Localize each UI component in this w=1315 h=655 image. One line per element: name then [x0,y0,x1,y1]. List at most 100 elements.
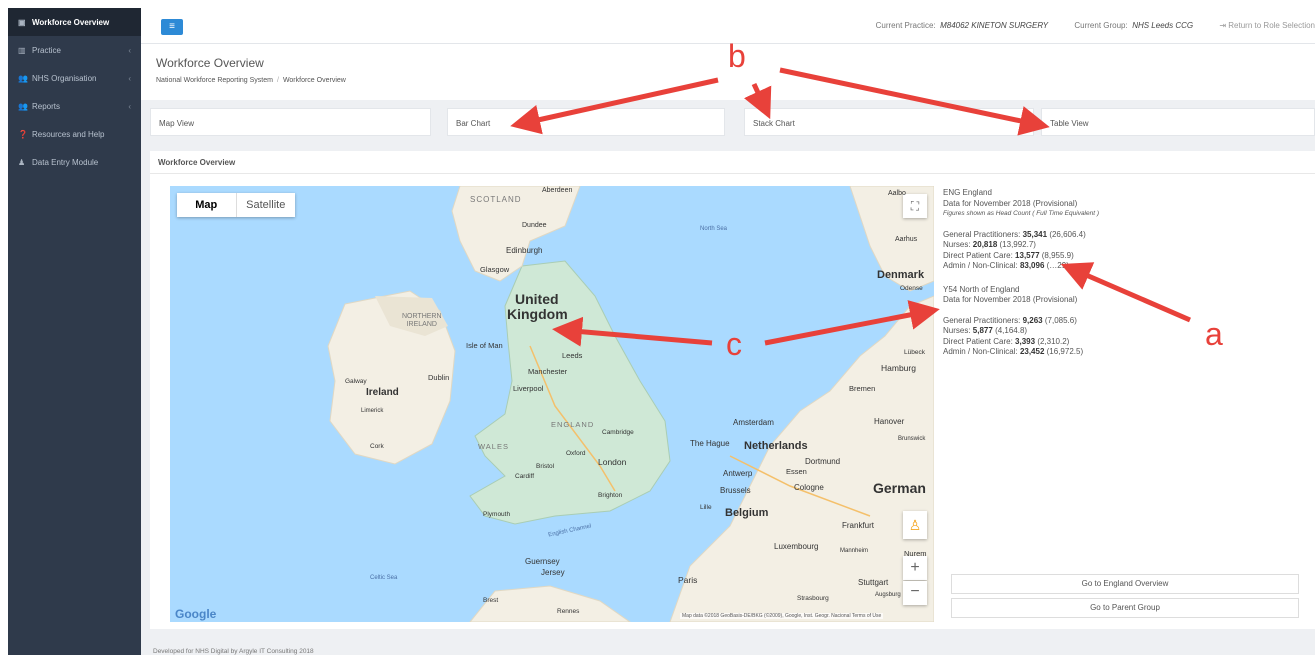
workforce-overview-panel: Workforce Overview Map Satellite ⛶ ♙ + −… [150,151,1315,629]
breadcrumb-item: Workforce Overview [282,77,346,84]
info-panel: ENG England Data for November 2018 (Prov… [943,188,1303,358]
map-label: Aarhus [895,236,918,243]
map-label: The Hague [690,439,730,448]
zoom-out-button[interactable]: − [903,581,927,605]
chevron-left-icon: ‹ [128,45,131,55]
map-label: Isle of Man [466,341,503,350]
map-label: Manchester [528,367,568,376]
sidebar-item-nhs-organisation[interactable]: 👥 NHS Organisation ‹ [8,64,141,92]
map-label: Cologne [794,483,824,492]
map[interactable]: Map Satellite ⛶ ♙ + − Google Map data ©2… [170,186,934,622]
sidebar-item-label: NHS Organisation [32,73,97,83]
chevron-left-icon: ‹ [128,73,131,83]
map-label: Kingdom [507,306,568,322]
y54-period: Data for November 2018 (Provisional) [943,295,1078,304]
y54-row-nurses: Nurses: 5,877 (4,164.8) [943,326,1028,335]
map-label: Brest [483,597,499,604]
eng-row-admin: Admin / Non-Clinical: 83,096 (…29) [943,261,1069,270]
go-to-parent-group-button[interactable]: Go to Parent Group [951,598,1299,618]
figures-note: Figures shown as Head Count ( Full Time … [943,210,1100,217]
map-type-map-button[interactable]: Map [177,193,236,217]
map-label: Rennes [557,608,580,615]
map-label: Limerick [361,408,384,414]
panel-title: Workforce Overview [158,158,236,167]
map-type-toggle: Map Satellite [177,193,295,217]
tab-stack-chart[interactable]: Stack Chart [744,108,1034,136]
map-label: Frankfurt [842,521,875,530]
y54-code: Y54 North of England [943,284,1020,294]
current-group: Current Group: NHS Leeds CCG [1074,21,1194,30]
map-label: Paris [678,575,698,585]
map-label: Hamburg [881,363,916,373]
map-label: Guernsey [525,557,560,566]
map-label: North Sea [700,226,728,232]
eng-row-gp: General Practitioners: 35,341 (26,606.4) [943,229,1086,239]
map-label: NORTHERN IRELAND [402,313,442,328]
map-label: Mannheim [840,548,869,554]
map-label: Brussels [720,486,751,495]
map-label: Aberdeen [542,187,573,194]
tab-bar-chart[interactable]: Bar Chart [447,108,725,136]
sidebar-item-reports[interactable]: 👥 Reports ‹ [8,92,141,120]
map-label: Strasbourg [797,595,829,602]
map-type-satellite-button[interactable]: Satellite [235,193,296,217]
map-label: Oxford [566,450,586,457]
hamburger-icon: ≡ [169,21,175,32]
help-icon: ❓ [18,129,28,139]
street-view-pegman[interactable]: ♙ [903,511,927,539]
tab-table-view[interactable]: Table View [1041,108,1315,136]
y54-row-admin: Admin / Non-Clinical: 23,452 (16,972.5) [943,347,1084,356]
google-logo: Google [175,607,217,621]
map-label: Glasgow [480,265,510,274]
user-icon: ♟ [18,157,26,167]
fullscreen-button[interactable]: ⛶ [903,194,927,218]
map-label: Netherlands [744,440,808,452]
map-label: Brunswick [898,436,926,442]
fullscreen-icon: ⛶ [910,199,920,213]
go-to-england-overview-button[interactable]: Go to England Overview [951,574,1299,594]
map-label: Cork [370,443,384,450]
map-label: WALES [478,442,509,451]
sign-out-icon: ⇥ [1219,21,1227,30]
map-label: Brighton [598,492,623,499]
sidebar-item-label: Data Entry Module [32,157,99,167]
map-label: Hanover [874,417,905,426]
y54-row-gp: General Practitioners: 9,263 (7,085.6) [943,315,1077,325]
return-to-role-selection-link[interactable]: ⇥ Return to Role Selection [1219,21,1315,30]
map-label: Jersey [541,568,565,577]
sidebar-item-workforce-overview[interactable]: ▣ Workforce Overview [8,8,141,36]
map-label: Plymouth [483,511,511,518]
map-label: United [515,291,559,307]
menu-toggle-button[interactable]: ≡ [161,19,183,35]
sidebar-item-resources-and-help[interactable]: ❓ Resources and Help [8,120,141,148]
map-label: Ireland [366,387,399,398]
pegman-icon: ♙ [908,517,922,533]
breadcrumb: National Workforce Reporting System / Work… [156,77,346,84]
map-label: Celtic Sea [370,575,398,581]
sidebar-item-label: Resources and Help [32,129,105,139]
tab-map-view[interactable]: Map View [150,108,431,136]
map-label: Galway [345,378,367,385]
map-label: SCOTLAND [470,195,522,204]
map-label: Leeds [562,351,583,360]
eng-period: Data for November 2018 (Provisional) [943,198,1078,208]
map-label: Denmark [877,269,925,281]
chart-icon: ▥ [18,45,26,55]
map-label: Odense [900,285,923,292]
map-label: Cardiff [515,473,535,480]
sidebar-item-data-entry-module[interactable]: ♟ Data Entry Module [8,148,141,176]
map-label: Augsburg [875,592,901,598]
sidebar-item-practice[interactable]: ▥ Practice ‹ [8,36,141,64]
annotation-label-c: c [726,326,742,362]
map-label: Bremen [849,384,876,393]
map-label: Essen [786,467,807,476]
footer: Developed for NHS Digital by Argyle IT C… [153,648,314,655]
eng-row-dpc: Direct Patient Care: 13,577 (8,955.9) [943,250,1074,260]
map-label: Dortmund [805,457,841,466]
map-label: Lille [700,504,712,511]
map-label: Luxembourg [774,542,819,551]
map-attribution: Map data ©2018 GeoBasis-DE/BKG (©2009), … [680,613,884,619]
zoom-in-button[interactable]: + [903,556,927,580]
breadcrumb-item[interactable]: National Workforce Reporting System [156,77,273,84]
map-label: Nurem [904,549,927,558]
